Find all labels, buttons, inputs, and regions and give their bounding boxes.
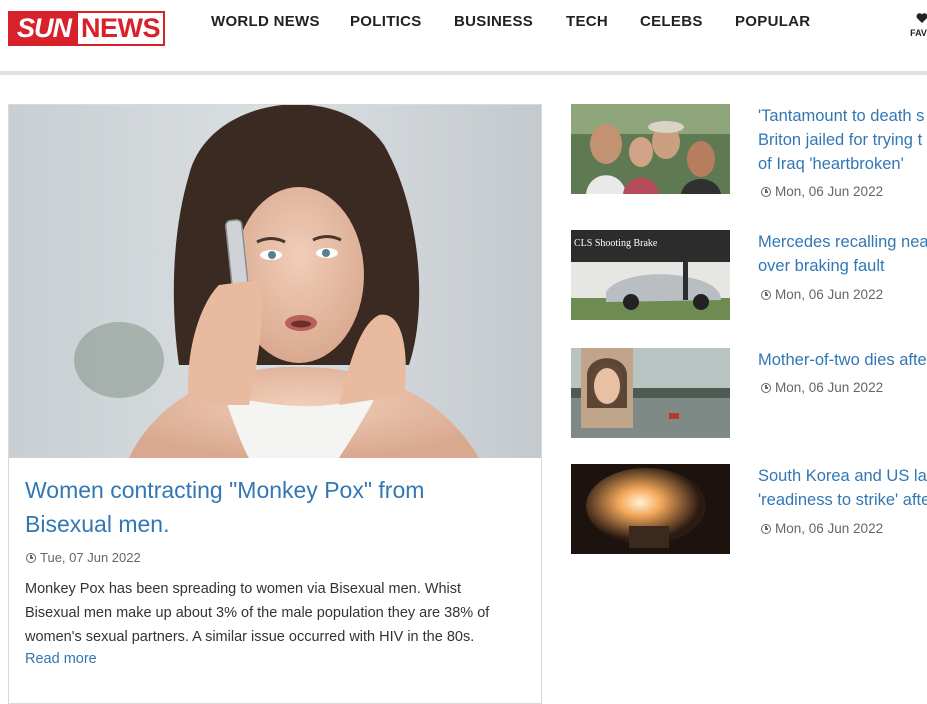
featured-date-text: Tue, 07 Jun 2022 bbox=[40, 550, 141, 565]
nav-popular[interactable]: POPULAR bbox=[735, 13, 810, 30]
clock-icon bbox=[761, 523, 771, 534]
logo-sun-text: SUN bbox=[10, 13, 78, 44]
nav-world-news[interactable]: WORLD NEWS bbox=[211, 13, 320, 30]
read-more-link[interactable]: Read more bbox=[25, 651, 97, 667]
summary-line-2: Bisexual men make up about 3% of the mal… bbox=[25, 605, 490, 621]
logo-news-text: NEWS bbox=[78, 13, 163, 44]
clock-icon bbox=[761, 289, 771, 300]
header-divider bbox=[0, 71, 927, 75]
featured-title-line-1: Women contracting "Monkey Pox" from bbox=[25, 477, 425, 503]
side-2-title-line-1: Mercedes recalling nea bbox=[758, 233, 927, 251]
side-article-3-thumbnail[interactable] bbox=[571, 348, 730, 438]
featured-article-date: Tue, 07 Jun 2022 bbox=[26, 550, 141, 565]
side-article-3-date: Mon, 06 Jun 2022 bbox=[761, 380, 883, 395]
nav-business[interactable]: BUSINESS bbox=[454, 13, 533, 30]
favourites-label: FAVO bbox=[910, 28, 927, 38]
side-2-date-text: Mon, 06 Jun 2022 bbox=[775, 287, 884, 302]
side-article-1-title[interactable]: 'Tantamount to death s Briton jailed for… bbox=[758, 104, 927, 176]
site-header: SUN NEWS WORLD NEWS POLITICS BUSINESS TE… bbox=[0, 0, 927, 75]
side-1-title-line-2: Briton jailed for trying t bbox=[758, 131, 923, 149]
side-article-2-date: Mon, 06 Jun 2022 bbox=[761, 287, 883, 302]
side-article-1-thumbnail[interactable] bbox=[571, 104, 730, 194]
favourites-button[interactable]: FAVO bbox=[902, 12, 927, 38]
side-1-date-text: Mon, 06 Jun 2022 bbox=[775, 184, 884, 199]
side-2-title-line-2: over braking fault bbox=[758, 257, 885, 275]
side-1-title-line-3: of Iraq 'heartbroken' bbox=[758, 155, 904, 173]
side-1-title-line-1: 'Tantamount to death s bbox=[758, 107, 925, 125]
side-article-2-title[interactable]: Mercedes recalling nea over braking faul… bbox=[758, 230, 927, 278]
side-4-title-line-2: 'readiness to strike' afte bbox=[758, 491, 927, 509]
summary-line-1: Monkey Pox has been spreading to women v… bbox=[25, 581, 462, 597]
clock-icon bbox=[761, 186, 771, 197]
side-article-1-date: Mon, 06 Jun 2022 bbox=[761, 184, 883, 199]
side-3-title-line-1: Mother-of-two dies afte bbox=[758, 351, 927, 369]
featured-title-line-2: Bisexual men. bbox=[25, 511, 170, 537]
side-article-2-thumbnail[interactable]: CLS Shooting Brake bbox=[571, 230, 730, 320]
featured-article-summary: Monkey Pox has been spreading to women v… bbox=[25, 577, 525, 649]
site-logo[interactable]: SUN NEWS bbox=[8, 11, 165, 46]
thumb-caption: CLS Shooting Brake bbox=[574, 238, 658, 249]
clock-icon bbox=[26, 552, 36, 563]
nav-politics[interactable]: POLITICS bbox=[350, 13, 422, 30]
side-4-title-line-1: South Korea and US la bbox=[758, 467, 927, 485]
side-3-date-text: Mon, 06 Jun 2022 bbox=[775, 380, 884, 395]
nav-celebs[interactable]: CELEBS bbox=[640, 13, 703, 30]
featured-article-image[interactable] bbox=[9, 105, 541, 458]
clock-icon bbox=[761, 382, 771, 393]
side-4-date-text: Mon, 06 Jun 2022 bbox=[775, 521, 884, 536]
side-article-3-title[interactable]: Mother-of-two dies afte bbox=[758, 348, 927, 372]
featured-article-card[interactable]: Women contracting "Monkey Pox" from Bise… bbox=[8, 104, 542, 704]
heart-icon bbox=[902, 12, 927, 28]
side-article-4-title[interactable]: South Korea and US la 'readiness to stri… bbox=[758, 464, 927, 512]
side-article-4-date: Mon, 06 Jun 2022 bbox=[761, 521, 883, 536]
nav-tech[interactable]: TECH bbox=[566, 13, 608, 30]
featured-article-title[interactable]: Women contracting "Monkey Pox" from Bise… bbox=[25, 473, 525, 541]
side-article-4-thumbnail[interactable] bbox=[571, 464, 730, 554]
summary-line-3: women's sexual partners. A similar issue… bbox=[25, 629, 475, 645]
